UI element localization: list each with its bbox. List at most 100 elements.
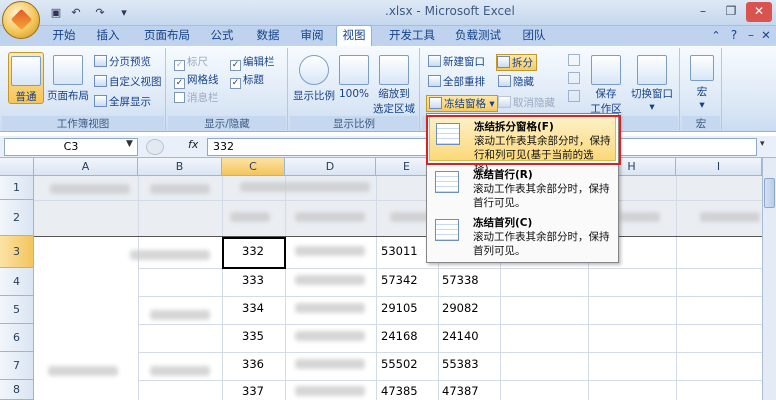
restore-icon[interactable]: ❐ bbox=[718, 2, 744, 22]
gridlines-checkbox[interactable]: ✓ 网格线 bbox=[174, 72, 219, 89]
expand-formula-icon[interactable]: ▾ bbox=[760, 139, 765, 149]
freeze-panes-button[interactable]: 冻结窗格 ▾ bbox=[426, 95, 498, 112]
minimize-ribbon-icon[interactable]: ⌃ bbox=[708, 26, 724, 46]
tab-formulas[interactable]: 公式 bbox=[202, 26, 242, 46]
cell[interactable]: 24140 bbox=[442, 329, 479, 343]
scroll-thumb[interactable] bbox=[764, 178, 775, 208]
tab-team[interactable]: 团队 bbox=[514, 26, 554, 46]
cell[interactable]: 337 bbox=[242, 384, 264, 398]
custom-views-button[interactable]: 自定义视图 bbox=[94, 74, 162, 91]
headings-checkbox[interactable]: ✓ 标题 bbox=[230, 72, 264, 89]
message-bar-checkbox[interactable]: 消息栏 bbox=[174, 90, 219, 107]
split-button[interactable]: 拆分 bbox=[496, 54, 537, 71]
row-header[interactable]: 3 bbox=[0, 236, 34, 268]
tab-insert[interactable]: 插入 bbox=[88, 26, 128, 46]
save-icon[interactable]: ▣ bbox=[48, 5, 64, 20]
freeze-first-column-item[interactable]: 冻结首列(C) 滚动工作表其余部分时，保持首列可见。 bbox=[429, 213, 616, 258]
column-header[interactable]: B bbox=[138, 158, 222, 176]
macros-button[interactable]: 宏 ▾ bbox=[686, 52, 718, 112]
tab-load-test[interactable]: 负载测试 bbox=[448, 26, 508, 46]
save-workspace-button[interactable]: 保存 工作区 bbox=[588, 52, 624, 115]
cell[interactable]: 334 bbox=[242, 301, 264, 315]
cell[interactable]: 53011 bbox=[381, 244, 418, 258]
name-box[interactable]: C3 bbox=[4, 138, 138, 156]
redo-icon[interactable]: ↷ bbox=[92, 5, 108, 20]
tab-data[interactable]: 数据 bbox=[248, 26, 288, 46]
freeze-panes-icon bbox=[429, 97, 442, 109]
doc-minimize-icon[interactable]: – bbox=[744, 26, 758, 46]
group-macros: 宏 ▾ 宏 bbox=[682, 48, 722, 130]
cell[interactable]: 55502 bbox=[381, 357, 418, 371]
hide-icon bbox=[498, 75, 511, 87]
column-header[interactable]: I bbox=[676, 158, 762, 176]
cell[interactable]: 47385 bbox=[381, 384, 418, 398]
undo-icon[interactable]: ↶ bbox=[68, 5, 84, 20]
doc-close-icon[interactable]: ✕ bbox=[758, 26, 774, 46]
hide-button[interactable]: 隐藏 bbox=[498, 74, 534, 91]
group-zoom: 显示比例 100% 缩放到 选定区域 显示比例 bbox=[290, 48, 420, 130]
cell[interactable]: 24168 bbox=[381, 329, 418, 343]
name-box-dropdown-icon[interactable]: ▼ bbox=[126, 139, 133, 149]
column-header[interactable]: C bbox=[222, 158, 285, 176]
freeze-top-row-item[interactable]: 冻结首行(R) 滚动工作表其余部分时，保持首行可见。 bbox=[429, 165, 616, 210]
cell[interactable]: 332 bbox=[242, 244, 264, 258]
worksheet-grid[interactable]: A B C D E F G H I 1 2 3 4 5 6 7 8 332 33… bbox=[0, 158, 776, 400]
row-header[interactable]: 6 bbox=[0, 324, 34, 352]
highlight-annotation bbox=[426, 115, 621, 165]
row-header[interactable]: 8 bbox=[0, 380, 34, 400]
column-header[interactable]: A bbox=[34, 158, 138, 176]
column-header[interactable]: D bbox=[285, 158, 376, 176]
vertical-scrollbar[interactable] bbox=[762, 158, 776, 400]
row-header[interactable]: 7 bbox=[0, 352, 34, 380]
office-button[interactable] bbox=[2, 1, 40, 39]
help-icon[interactable]: ? bbox=[726, 26, 742, 46]
tab-developer[interactable]: 开发工具 bbox=[382, 26, 442, 46]
cell[interactable]: 333 bbox=[242, 273, 264, 287]
select-all-corner[interactable] bbox=[0, 158, 34, 176]
cell[interactable]: 57338 bbox=[442, 273, 479, 287]
expand-icon[interactable] bbox=[146, 139, 164, 155]
full-screen-button[interactable]: 全屏显示 bbox=[94, 94, 151, 111]
cell[interactable]: 55383 bbox=[442, 357, 479, 371]
row-header[interactable]: 2 bbox=[0, 200, 34, 236]
freeze-first-column-icon bbox=[435, 219, 459, 241]
row-header[interactable]: 5 bbox=[0, 296, 34, 324]
zoom-button[interactable]: 显示比例 bbox=[292, 52, 336, 104]
side-by-side-icons[interactable] bbox=[568, 54, 582, 110]
ribbon-tabs: 开始 插入 页面布局 公式 数据 审阅 视图 开发工具 负载测试 团队 ⌃ ? … bbox=[0, 25, 776, 47]
tab-page-layout[interactable]: 页面布局 bbox=[136, 26, 198, 46]
tab-review[interactable]: 审阅 bbox=[292, 26, 332, 46]
close-icon[interactable]: ✕ bbox=[746, 2, 772, 22]
customize-toolbar-icon[interactable]: ▾ bbox=[116, 5, 132, 20]
zoom-100-button[interactable]: 100% bbox=[338, 52, 370, 104]
group-label: 显示比例 bbox=[290, 116, 418, 130]
cell[interactable]: 29082 bbox=[442, 301, 479, 315]
minimize-icon[interactable]: – bbox=[690, 2, 716, 22]
arrange-all-button[interactable]: 全部重排 bbox=[428, 74, 485, 91]
unhide-button[interactable]: 取消隐藏 bbox=[498, 95, 555, 112]
cell[interactable]: 57342 bbox=[381, 273, 418, 287]
new-window-button[interactable]: 新建窗口 bbox=[428, 54, 485, 71]
normal-view-button[interactable]: 普通 bbox=[8, 52, 44, 104]
ruler-checkbox[interactable]: ✓ 标尺 bbox=[174, 54, 208, 71]
insert-function-icon[interactable]: fx bbox=[188, 138, 198, 151]
tab-view[interactable]: 视图 bbox=[336, 25, 372, 47]
tab-home[interactable]: 开始 bbox=[44, 26, 84, 46]
normal-view-icon bbox=[11, 56, 41, 86]
cell[interactable]: 29105 bbox=[381, 301, 418, 315]
cell[interactable]: 336 bbox=[242, 357, 264, 371]
page-layout-view-button[interactable]: 页面布局 bbox=[46, 52, 90, 104]
zoom-to-selection-button[interactable]: 缩放到 选定区域 bbox=[372, 52, 416, 115]
cell[interactable]: 47387 bbox=[442, 384, 479, 398]
row-header[interactable]: 1 bbox=[0, 176, 34, 200]
row-header[interactable]: 4 bbox=[0, 268, 34, 296]
switch-windows-icon bbox=[637, 55, 667, 85]
arrange-icon bbox=[428, 75, 441, 87]
page-break-preview-button[interactable]: 分页预览 bbox=[94, 54, 151, 71]
formula-bar-checkbox[interactable]: ✓ 编辑栏 bbox=[230, 54, 275, 71]
unhide-icon bbox=[498, 96, 511, 108]
formula-bar: C3 ▼ fx 332 ▾ bbox=[0, 136, 776, 158]
zoom-100-icon bbox=[339, 55, 369, 85]
switch-windows-button[interactable]: 切换窗口 ▾ bbox=[628, 52, 676, 113]
cell[interactable]: 335 bbox=[242, 329, 264, 343]
